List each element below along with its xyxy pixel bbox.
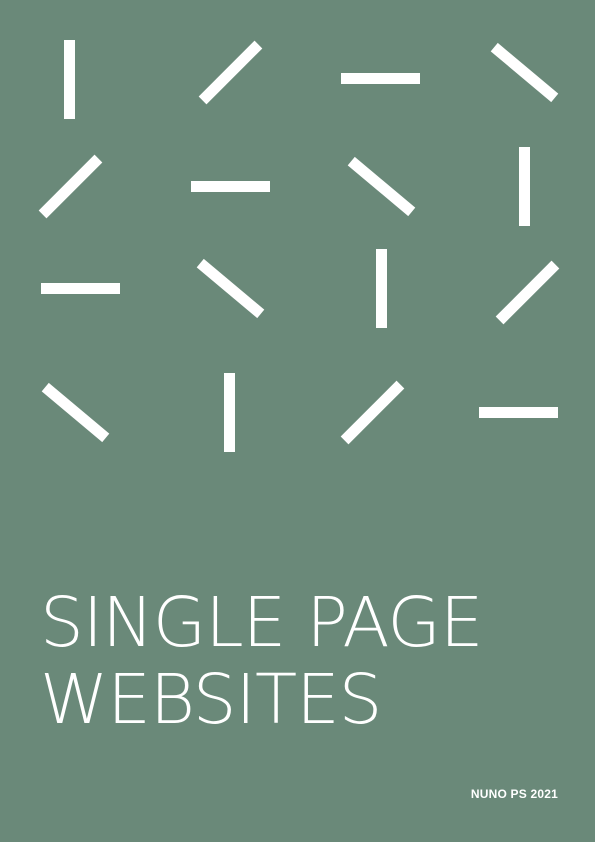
cover-title: SINGLE PAGE WEBSITES — [40, 583, 483, 740]
dash-rising — [340, 380, 405, 445]
title-line-2: WEBSITES — [40, 660, 382, 740]
dash-rising — [38, 154, 103, 219]
dash-vertical — [224, 373, 235, 452]
dash-rising — [198, 40, 263, 105]
dash-pattern — [0, 0, 595, 500]
title-line-1: SINGLE PAGE — [40, 583, 483, 663]
book-cover: SINGLE PAGE WEBSITES NUNO PS 2021 — [0, 0, 595, 842]
dash-falling — [490, 42, 559, 103]
dash-horizontal — [479, 407, 558, 418]
dash-falling — [196, 258, 265, 319]
dash-vertical — [519, 147, 530, 226]
dash-vertical — [64, 40, 75, 119]
dash-horizontal — [191, 181, 270, 192]
author-year-credit: NUNO PS 2021 — [470, 787, 558, 801]
dash-vertical — [376, 249, 387, 328]
dash-falling — [41, 382, 110, 443]
dash-falling — [347, 156, 416, 217]
dash-horizontal — [341, 73, 420, 84]
dash-rising — [495, 260, 560, 325]
dash-horizontal — [41, 283, 120, 294]
